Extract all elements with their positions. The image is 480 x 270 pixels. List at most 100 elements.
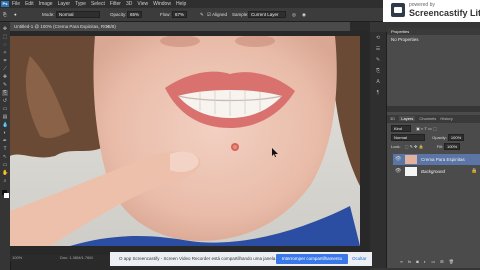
tab-channels[interactable]: Channels xyxy=(419,116,436,121)
layer-kind-select[interactable]: Kind xyxy=(391,125,411,132)
fill-field[interactable]: 100% xyxy=(443,143,461,150)
layer-filter-row: Kind ▣ ◐ T ▭ ⬚ xyxy=(391,125,437,132)
layer-thumbnail xyxy=(405,155,417,164)
menu-filter[interactable]: Filter xyxy=(110,0,121,8)
history-brush-tool-icon[interactable]: ↺ xyxy=(2,98,8,104)
history-panel-icon[interactable]: ⟲ xyxy=(374,35,382,42)
mode-select[interactable]: Normal xyxy=(56,11,100,18)
menu-items: File Edit Image Layer Type Select Filter… xyxy=(12,0,186,8)
lock-icons[interactable]: ⬚ ✎ ✥ 🔒 xyxy=(405,144,424,149)
menu-file[interactable]: File xyxy=(12,0,20,8)
layer-opacity-field[interactable]: 100% xyxy=(447,134,465,141)
stop-sharing-button[interactable]: Interromper compartilhamento xyxy=(276,254,348,264)
menu-help[interactable]: Help xyxy=(176,0,186,8)
panel-icon-strip: ⟲ ☰ ✎ ⎘ A ¶ xyxy=(370,32,387,268)
visibility-eye-icon[interactable]: 👁 xyxy=(395,154,401,165)
tab-3d[interactable]: 3D xyxy=(390,116,395,121)
sample-select[interactable]: Current Layer xyxy=(248,11,286,18)
opacity-field[interactable]: 65% xyxy=(127,11,143,18)
zoom-level[interactable]: 100% xyxy=(12,255,22,261)
menu-view[interactable]: View xyxy=(137,0,148,8)
lock-label: Lock: xyxy=(391,144,401,149)
brush-tool-icon[interactable]: ✎ xyxy=(2,82,8,88)
airbrush-icon[interactable]: ✎ xyxy=(200,8,204,21)
brush-panel-icon[interactable]: ✎ xyxy=(374,57,382,64)
tab-layers[interactable]: Layers xyxy=(399,116,416,121)
menu-type[interactable]: Type xyxy=(75,0,86,8)
fill-label: Fill: xyxy=(436,144,443,149)
opacity-label: Opacity: xyxy=(110,12,127,17)
menu-3d[interactable]: 3D xyxy=(126,0,132,8)
layer-row-background[interactable]: 👁 Background 🔒 xyxy=(393,166,480,177)
brush-preset-icon[interactable]: ● xyxy=(14,8,17,21)
hide-button[interactable]: Ocultar xyxy=(352,252,367,266)
adjustment-layer-icon[interactable]: ◐ xyxy=(424,259,426,264)
layer-row-crema[interactable]: 👁 Crema Para Espinitas xyxy=(393,154,480,165)
photo-canvas[interactable] xyxy=(10,36,360,246)
background-color-swatch[interactable] xyxy=(4,193,9,198)
ignore-adjustment-icon[interactable]: ◎ xyxy=(292,8,296,21)
eyedropper-tool-icon[interactable]: ⟋ xyxy=(2,66,8,72)
photoshop-logo-icon: Ps xyxy=(1,1,9,7)
layer-name: Crema Para Espinitas xyxy=(421,157,465,162)
character-panel-icon[interactable]: A xyxy=(374,79,382,86)
aligned-checkbox[interactable]: ☑ Aligned xyxy=(207,8,227,21)
aligned-label: Aligned xyxy=(212,12,228,17)
properties-header: Properties xyxy=(387,28,480,35)
quick-select-tool-icon[interactable]: ✧ xyxy=(2,50,8,56)
type-tool-icon[interactable]: T xyxy=(2,146,8,152)
clone-stamp-tool-icon[interactable]: ⎘ xyxy=(2,90,8,96)
clone-source-panel-icon[interactable]: ⎘ xyxy=(374,68,382,75)
paragraph-panel-icon[interactable]: ¶ xyxy=(374,90,382,97)
sample-label: Sample: xyxy=(232,12,249,17)
layer-opacity-label: Opacity: xyxy=(432,135,447,140)
new-layer-icon[interactable]: ⊞ xyxy=(440,259,443,264)
delete-layer-icon[interactable]: 🗑 xyxy=(449,259,454,264)
menu-edit[interactable]: Edit xyxy=(25,0,34,8)
filter-icons[interactable]: ▣ ◐ T ▭ ⬚ xyxy=(416,126,437,131)
menu-select[interactable]: Select xyxy=(91,0,105,8)
screen-share-bar: O app Screencastify - Screen Video Recor… xyxy=(110,252,372,266)
photo-image xyxy=(10,36,360,246)
blend-mode-select[interactable]: Normal xyxy=(391,134,425,141)
pen-tool-icon[interactable]: ✒ xyxy=(2,138,8,144)
link-layers-icon[interactable]: ∞ xyxy=(400,259,403,264)
gradient-tool-icon[interactable]: ▤ xyxy=(2,114,8,120)
shape-tool-icon[interactable]: ▭ xyxy=(2,162,8,168)
screencastify-watermark: powered by Screencastify Lit xyxy=(383,0,480,22)
no-properties-text: No Properties xyxy=(391,37,419,42)
layer-style-icon[interactable]: fx xyxy=(408,259,411,264)
blur-tool-icon[interactable]: 💧 xyxy=(2,122,8,128)
move-tool-icon[interactable]: ✥ xyxy=(2,26,8,32)
clone-stamp-tool-icon[interactable]: ⎘ xyxy=(3,8,7,21)
tab-history[interactable]: History xyxy=(440,116,452,121)
menu-image[interactable]: Image xyxy=(39,0,53,8)
visibility-eye-icon[interactable]: 👁 xyxy=(395,166,401,177)
dodge-tool-icon[interactable]: ◐ xyxy=(2,130,8,136)
menu-layer[interactable]: Layer xyxy=(58,0,71,8)
flow-field[interactable]: 67% xyxy=(172,11,188,18)
layers-panel-tabs: 3D Layers Channels History xyxy=(387,115,480,123)
path-select-tool-icon[interactable]: ↖ xyxy=(2,154,8,160)
lock-row: Lock: ⬚ ✎ ✥ 🔒 Fill: 100% xyxy=(391,143,461,150)
share-message: O app Screencastify - Screen Video Recor… xyxy=(119,256,277,261)
healing-brush-tool-icon[interactable]: ✚ xyxy=(2,74,8,80)
lasso-tool-icon[interactable]: ◌ xyxy=(2,42,8,48)
layers-footer: ∞ fx ◙ ◐ ▭ ⊞ 🗑 xyxy=(400,258,454,265)
document-tab[interactable]: Untitled-1 @ 100% (Crema Para Espinitas,… xyxy=(10,22,350,31)
pressure-icon[interactable]: ◉ xyxy=(302,8,306,21)
canvas-area[interactable] xyxy=(10,31,370,255)
properties-title: Properties xyxy=(391,29,410,34)
layer-name: Background xyxy=(421,169,446,174)
menu-window[interactable]: Window xyxy=(153,0,171,8)
new-group-icon[interactable]: ▭ xyxy=(431,259,435,264)
crop-tool-icon[interactable]: ⌗ xyxy=(2,58,8,64)
zoom-tool-icon[interactable]: ⌕ xyxy=(2,178,8,184)
hand-tool-icon[interactable]: ✋ xyxy=(2,170,8,176)
close-tab-icon[interactable]: × xyxy=(106,22,109,31)
properties-panel-icon[interactable]: ☰ xyxy=(374,46,382,53)
marquee-tool-icon[interactable]: ⬚ xyxy=(2,34,8,40)
mode-label: Mode: xyxy=(42,12,55,17)
add-mask-icon[interactable]: ◙ xyxy=(416,259,418,264)
eraser-tool-icon[interactable]: ▭ xyxy=(2,106,8,112)
